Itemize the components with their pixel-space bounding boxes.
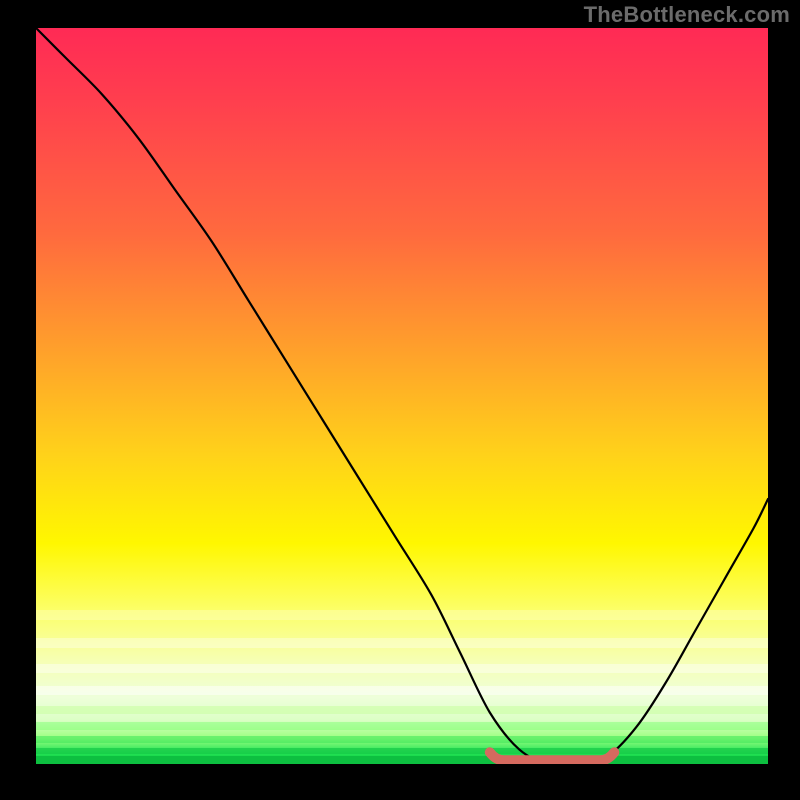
band-3 <box>36 664 768 673</box>
plot-area <box>36 28 768 764</box>
band-5 <box>36 706 768 714</box>
band-7 <box>36 736 768 743</box>
band-1 <box>36 610 768 620</box>
band-4 <box>36 686 768 695</box>
chart-frame: TheBottleneck.com <box>0 0 800 800</box>
band-6 <box>36 722 768 730</box>
band-9 <box>36 756 768 764</box>
heatmap-gradient <box>36 28 768 764</box>
watermark-text: TheBottleneck.com <box>584 2 790 28</box>
band-2 <box>36 638 768 648</box>
band-8 <box>36 748 768 754</box>
